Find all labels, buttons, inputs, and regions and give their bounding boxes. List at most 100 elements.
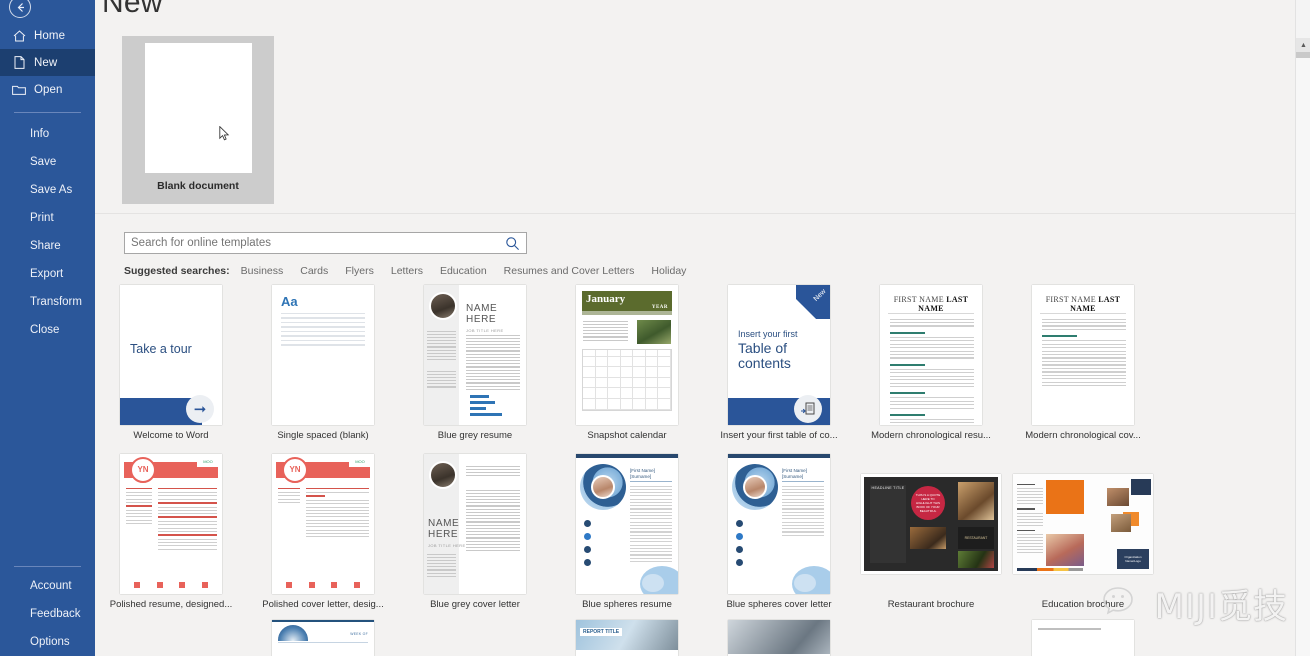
search-icon[interactable]	[505, 236, 520, 256]
template-thumbnail: FIRST NAME LAST NAME	[1007, 282, 1159, 427]
template-card-insert-table-of-contents[interactable]: New Insert your first Table of contents	[703, 282, 855, 451]
resume-name: NAME HERE JOB TITLE HERE	[466, 303, 504, 336]
search-box[interactable]	[124, 232, 527, 254]
thumbnail-art-snapshot-calendar: January YEAR	[576, 284, 678, 425]
template-card-polished-cover-letter[interactable]: YN MOO Polished cover letter, desig...	[247, 451, 399, 620]
spheres-name-line2: [Surname]	[630, 473, 652, 479]
sidebar-item-options[interactable]: Options	[0, 628, 95, 656]
initials-badge: YN	[282, 456, 308, 483]
cover-name: NAME HERE JOB TITLE HERE	[428, 518, 466, 551]
sidebar-item-save[interactable]: Save	[0, 148, 95, 176]
suggested-searches: Suggested searches: Business Cards Flyer…	[124, 265, 686, 277]
food-photo-1	[958, 481, 994, 520]
template-label: Polished cover letter, desig...	[262, 599, 384, 610]
word-backstage-new-screen: Home New Open Info Save Save As Print Sh…	[0, 0, 1310, 656]
sidebar-item-label: Save As	[30, 184, 73, 196]
text-lines	[281, 312, 365, 349]
sidebar-item-account[interactable]: Account	[0, 572, 95, 600]
spheres-name: [First Name] [Surname]	[630, 468, 655, 480]
document-icon	[11, 56, 27, 70]
template-card-blue-spheres-cover-letter[interactable]: [First Name] [Surname] Blue spheres cove…	[703, 451, 855, 620]
thumbnail-art-modern-resume: FIRST NAME LAST NAME	[880, 284, 982, 425]
template-card-row3-report[interactable]: REPORT TITLE	[551, 620, 703, 656]
cover-subtitle: JOB TITLE HERE	[428, 542, 466, 548]
calendar-text-lines	[583, 320, 628, 343]
template-card-polished-resume[interactable]: YN MOO Polished resume, designed...	[95, 451, 247, 620]
template-card-blue-spheres-resume[interactable]: [First Name] [Surname] Blue spheres resu…	[551, 451, 703, 620]
suggested-search-holiday[interactable]: Holiday	[651, 265, 686, 277]
color-strip	[1017, 567, 1083, 571]
header-rule	[888, 312, 974, 314]
avatar	[429, 291, 457, 320]
cover-name-line1: NAME	[428, 517, 460, 529]
sidebar-item-save-as[interactable]: Save As	[0, 176, 95, 204]
template-label: Polished resume, designed...	[109, 599, 233, 610]
template-card-single-spaced-blank[interactable]: Aa Single spaced (blank)	[247, 282, 399, 451]
sidebar-item-export[interactable]: Export	[0, 260, 95, 288]
suggested-search-cards[interactable]: Cards	[300, 265, 328, 277]
suggested-search-resumes-and-cover-letters[interactable]: Resumes and Cover Letters	[504, 265, 635, 277]
sidebar-item-label: Print	[30, 212, 54, 224]
template-card-modern-chronological-cover-letter[interactable]: FIRST NAME LAST NAME Modern chronologica…	[1007, 282, 1159, 451]
template-label: Education brochure	[1041, 599, 1125, 610]
blob-decoration-2	[794, 573, 816, 592]
photo-banner	[728, 620, 830, 654]
sidebar-item-new[interactable]: New	[0, 49, 95, 76]
template-card-row3-6[interactable]	[855, 620, 1007, 656]
vertical-scrollbar[interactable]: ▲	[1295, 0, 1310, 656]
template-card-row3-1[interactable]	[95, 620, 247, 656]
restaurant-stamp: RESTAURANT	[958, 526, 994, 549]
template-card-row3-planner[interactable]: WEEK OF	[247, 620, 399, 656]
thumbnail-art-blue-spheres-cover-letter: [First Name] [Surname]	[728, 453, 830, 594]
suggested-search-flyers[interactable]: Flyers	[345, 265, 374, 277]
sidebar-item-close[interactable]: Close	[0, 316, 95, 344]
template-thumbnail	[703, 620, 855, 656]
search-input[interactable]	[131, 237, 501, 249]
contact-icons	[584, 519, 591, 572]
template-card-welcome-to-word[interactable]: Take a tour ➞ Welcome to Word	[95, 282, 247, 451]
first-name: FIRST NAME	[1045, 294, 1099, 304]
template-card-restaurant-brochure[interactable]: HEADLINE TITLE THIS IS A QUOTE HERE TO H…	[855, 451, 1007, 620]
template-card-education-brochure[interactable]: Organization Name/Logo Education brochur…	[1007, 451, 1159, 620]
sidebar-divider-bottom	[14, 566, 81, 567]
template-card-blue-grey-cover-letter[interactable]: NAME HERE JOB TITLE HERE Blue grey cover…	[399, 451, 551, 620]
suggested-search-letters[interactable]: Letters	[391, 265, 423, 277]
first-name: FIRST NAME	[893, 294, 947, 304]
report-title: REPORT TITLE	[580, 628, 623, 636]
scrollbar-track[interactable]	[1296, 58, 1310, 656]
mouse-cursor-icon	[218, 125, 230, 141]
template-card-row3-lastdoc[interactable]	[1007, 620, 1159, 656]
right-column	[306, 487, 369, 540]
template-thumbnail: NAME HERE JOB TITLE HERE	[399, 451, 551, 596]
template-thumbnail: REPORT TITLE	[551, 620, 703, 656]
suggested-search-business[interactable]: Business	[241, 265, 284, 277]
template-card-modern-chronological-resume[interactable]: FIRST NAME LAST NAME Modern chronologica…	[855, 282, 1007, 451]
templates-row-partial: WEEK OF REPORT TITLE	[95, 620, 1287, 656]
template-card-snapshot-calendar[interactable]: January YEAR Snapshot calendar	[551, 282, 703, 451]
template-card-row3-3[interactable]	[399, 620, 551, 656]
new-document-pane: New Blank document Search for online tem…	[95, 0, 1310, 656]
thumbnail-art-blue-grey-cover-letter: NAME HERE JOB TITLE HERE	[424, 453, 526, 594]
orange-block	[1046, 479, 1084, 514]
skill-bars	[470, 394, 518, 419]
template-thumbnail	[1007, 620, 1159, 656]
template-search-area: Suggested searches: Business Cards Flyer…	[124, 232, 686, 277]
sidebar-item-print[interactable]: Print	[0, 204, 95, 232]
blank-document-preview	[144, 43, 252, 173]
template-thumbnail: Organization Name/Logo	[1007, 451, 1159, 596]
template-card-blank-document[interactable]: Blank document	[122, 36, 274, 204]
scroll-up-arrow-icon[interactable]: ▲	[1296, 38, 1310, 52]
sidebar-item-feedback[interactable]: Feedback	[0, 600, 95, 628]
toc-line2: Table of contents	[738, 340, 791, 371]
template-label: Restaurant brochure	[887, 599, 975, 610]
avatar	[429, 460, 457, 489]
sidebar-item-share[interactable]: Share	[0, 232, 95, 260]
sidebar-item-open[interactable]: Open	[0, 76, 95, 103]
template-card-blue-grey-resume[interactable]: NAME HERE JOB TITLE HERE Blue grey resum…	[399, 282, 551, 451]
calendar-header: January YEAR	[582, 290, 672, 311]
sidebar-item-home[interactable]: Home	[0, 22, 95, 49]
sidebar-item-transform[interactable]: Transform	[0, 288, 95, 316]
suggested-search-education[interactable]: Education	[440, 265, 487, 277]
template-card-row3-gray[interactable]	[703, 620, 855, 656]
sidebar-item-info[interactable]: Info	[0, 120, 95, 148]
